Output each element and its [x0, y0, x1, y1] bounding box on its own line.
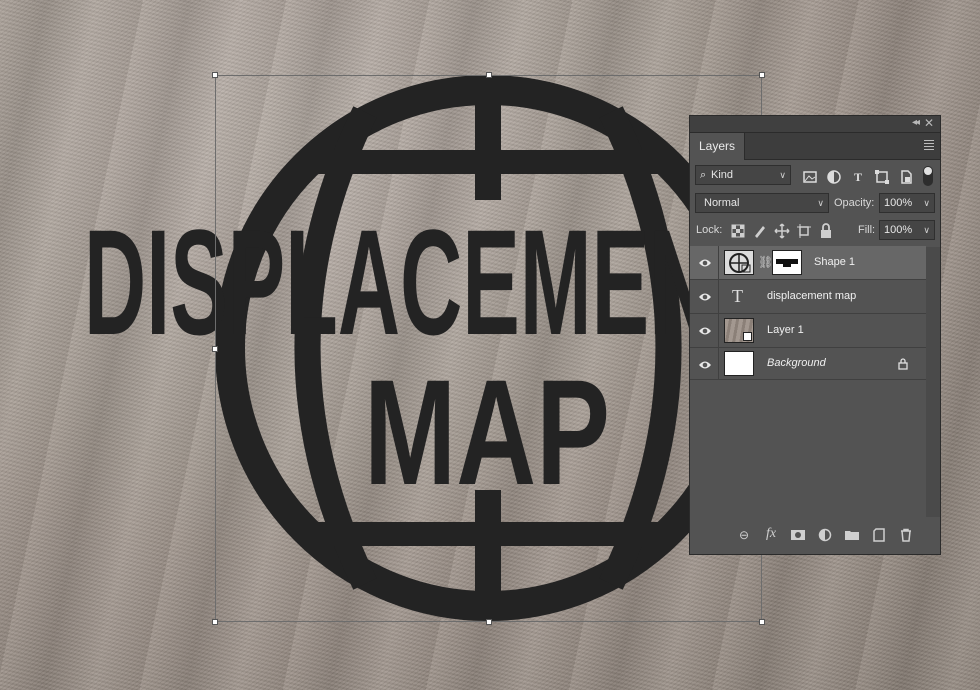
background-layer-thumbnail[interactable]: [724, 351, 754, 376]
blend-mode-dropdown[interactable]: Normal ∨: [695, 193, 829, 213]
visibility-eye-icon[interactable]: [698, 325, 712, 337]
chevron-down-icon[interactable]: ∨: [923, 194, 930, 212]
layer-name[interactable]: Layer 1: [767, 324, 804, 336]
lock-row: Lock: Fill: 100% ∨: [690, 218, 940, 244]
layer-name[interactable]: Shape 1: [814, 256, 855, 268]
link-icon[interactable]: ⊖: [735, 528, 753, 542]
vector-mask-thumbnail[interactable]: [772, 250, 802, 275]
lock-image-pixels-icon[interactable]: [752, 223, 768, 239]
type-layer-filter-icon[interactable]: T: [850, 169, 866, 185]
blend-mode-value: Normal: [704, 197, 740, 209]
layer-row-shape-1[interactable]: ⛓ Shape 1: [690, 246, 926, 280]
filter-kind-dropdown[interactable]: ⌕ Kind ∨: [695, 165, 791, 185]
layer-row-layer-1[interactable]: Layer 1: [690, 314, 926, 348]
transform-bounding-box[interactable]: [212, 72, 765, 625]
towel-layer-thumbnail[interactable]: [724, 318, 754, 343]
panel-tab-row: Layers: [690, 133, 940, 160]
folder-icon[interactable]: [843, 529, 861, 541]
filter-row: ⌕ Kind ∨ T: [690, 162, 940, 188]
adjustment-layer-filter-icon[interactable]: [826, 169, 842, 185]
lock-position-icon[interactable]: [774, 223, 790, 239]
globe-thumbnail-icon: [729, 253, 751, 273]
panel-footer: ⊖ fx: [690, 518, 940, 554]
chevron-down-icon: ∨: [817, 198, 824, 208]
mask-icon[interactable]: [789, 529, 807, 541]
shape-layer-thumbnail[interactable]: [724, 250, 754, 275]
transform-handle-bottom[interactable]: [486, 619, 492, 625]
layer-list: ⛓ Shape 1 T displacement map Layer 1 Bac…: [690, 246, 940, 516]
panel-title-strip: ◂◂ ✕: [690, 116, 940, 133]
fx-icon[interactable]: fx: [762, 526, 780, 542]
collapse-panel-icon[interactable]: ◂◂: [912, 117, 920, 128]
adjustment-icon[interactable]: [816, 528, 834, 542]
layer-list-scrollbar[interactable]: [926, 247, 940, 517]
blend-row: Normal ∨ Opacity: 100% ∨: [690, 190, 940, 216]
lock-label: Lock:: [696, 224, 723, 236]
chevron-down-icon[interactable]: ∨: [923, 221, 930, 239]
transform-handle-top-right[interactable]: [759, 72, 765, 78]
tab-layers[interactable]: Layers: [690, 133, 746, 160]
close-icon[interactable]: ✕: [924, 116, 934, 130]
opacity-label: Opacity:: [834, 197, 875, 209]
opacity-field[interactable]: 100% ∨: [879, 193, 935, 213]
chevron-down-icon: ∨: [779, 170, 786, 180]
fill-label: Fill:: [858, 224, 876, 236]
visibility-eye-icon[interactable]: [698, 359, 712, 371]
filter-kind-value: Kind: [711, 169, 734, 181]
layer-row-background[interactable]: Background: [690, 348, 926, 380]
opacity-value: 100%: [884, 197, 913, 209]
layers-panel: ◂◂ ✕ Layers ⌕ Kind ∨ T Normal ∨ Opacity:…: [689, 115, 941, 555]
transform-handle-top[interactable]: [486, 72, 492, 78]
visibility-eye-icon[interactable]: [698, 291, 712, 303]
new-layer-icon[interactable]: [870, 528, 888, 542]
transform-handle-bottom-left[interactable]: [212, 619, 218, 625]
pixel-layer-filter-icon[interactable]: [802, 169, 818, 185]
chain-link-icon[interactable]: ⛓: [758, 255, 773, 269]
smart-object-filter-icon[interactable]: [898, 169, 914, 185]
layer-row-displacement-map[interactable]: T displacement map: [690, 280, 926, 314]
smart-object-badge-icon: [743, 332, 752, 341]
panel-menu-icon[interactable]: [924, 140, 934, 152]
layer-name[interactable]: displacement map: [767, 290, 856, 302]
lock-artboard-icon[interactable]: [796, 223, 812, 239]
search-icon: ⌕: [700, 169, 707, 181]
fill-field[interactable]: 100% ∨: [879, 220, 935, 240]
layer-name[interactable]: Background: [767, 357, 826, 369]
lock-icon[interactable]: [898, 358, 908, 370]
type-layer-thumbnail-icon[interactable]: T: [732, 286, 743, 307]
filter-toggle-switch[interactable]: [923, 166, 933, 186]
transform-handle-left[interactable]: [212, 346, 218, 352]
shape-layer-filter-icon[interactable]: [874, 169, 890, 185]
transform-handle-bottom-right[interactable]: [759, 619, 765, 625]
trash-icon[interactable]: [897, 528, 915, 542]
fill-value: 100%: [884, 224, 913, 236]
transform-handle-top-left[interactable]: [212, 72, 218, 78]
lock-transparent-pixels-icon[interactable]: [730, 223, 746, 239]
visibility-eye-icon[interactable]: [698, 257, 712, 269]
lock-all-icon[interactable]: [818, 223, 834, 239]
